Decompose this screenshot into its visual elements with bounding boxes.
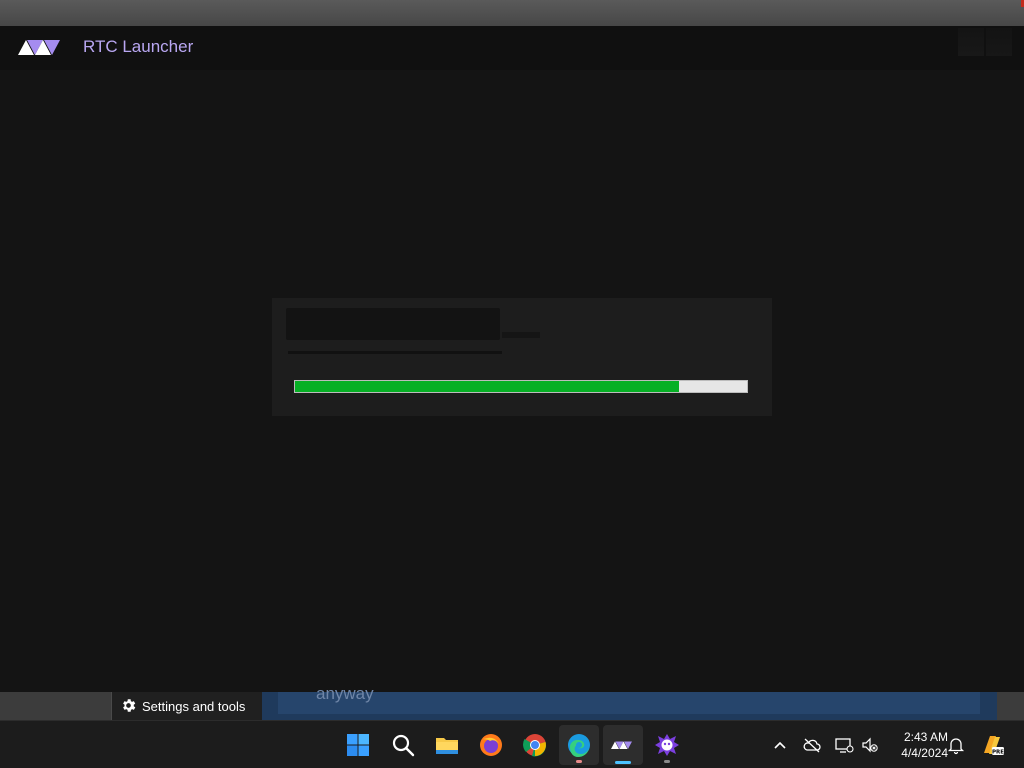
clock-date: 4/4/2024 — [901, 746, 948, 760]
progress-bar — [294, 380, 748, 393]
edge-icon — [568, 734, 590, 757]
background-window-strip: Settings and tools anyway — [0, 684, 1024, 720]
svg-text:PRE: PRE — [992, 750, 1004, 756]
edge-running-indicator — [576, 760, 582, 763]
copilot-pre-icon[interactable]: PRE — [980, 733, 1004, 757]
chevron-up-icon[interactable] — [770, 735, 790, 755]
progress-fill — [295, 381, 680, 392]
network-icon[interactable] — [834, 735, 854, 755]
game-running-indicator — [664, 760, 670, 763]
app-title: RTC Launcher — [83, 37, 194, 56]
close-button[interactable] — [986, 28, 1012, 56]
title-bar[interactable]: RTC Launcher — [0, 26, 1024, 70]
active-window-indicator — [615, 761, 631, 764]
chrome-button[interactable] — [515, 725, 555, 765]
firefox-button[interactable] — [471, 725, 511, 765]
edge-button[interactable] — [559, 725, 599, 765]
launcher-window: RTC Launcher — [0, 26, 1024, 692]
subtitle-placeholder — [502, 332, 540, 338]
firefox-icon — [480, 734, 502, 756]
clock-time: 2:43 AM — [903, 730, 948, 744]
system-clock[interactable]: 2:43 AM 4/4/2024 — [886, 729, 948, 761]
settings-label: Settings and tools — [142, 699, 246, 714]
search-icon — [392, 734, 415, 757]
title-placeholder — [286, 308, 500, 340]
divider — [288, 351, 502, 354]
search-button[interactable] — [383, 725, 423, 765]
rtc-launcher-taskbar-button[interactable] — [603, 725, 643, 765]
web-content-inner: anyway — [278, 684, 980, 714]
desktop-top-strip — [0, 0, 1024, 26]
volume-muted-icon[interactable] — [860, 735, 880, 755]
folder-icon — [436, 738, 458, 754]
file-explorer-button[interactable] — [427, 725, 467, 765]
taskbar: 2:43 AM 4/4/2024 PRE — [0, 720, 1024, 768]
start-button[interactable] — [338, 725, 378, 765]
gear-icon — [123, 699, 136, 712]
rtc-logo-icon — [18, 40, 60, 55]
windows-icon — [347, 734, 369, 756]
cloud-offline-icon[interactable] — [802, 735, 822, 755]
minimize-button[interactable] — [958, 28, 984, 56]
game-icon — [655, 734, 679, 756]
web-content-panel: anyway — [262, 684, 997, 720]
partial-text: anyway — [316, 684, 374, 703]
game-button[interactable] — [647, 725, 687, 765]
chrome-icon — [523, 734, 547, 757]
settings-and-tools-button[interactable]: Settings and tools — [111, 692, 263, 720]
rtc-logo-icon — [611, 741, 632, 749]
loading-dialog — [272, 298, 772, 416]
notification-bell-icon[interactable] — [946, 735, 966, 755]
